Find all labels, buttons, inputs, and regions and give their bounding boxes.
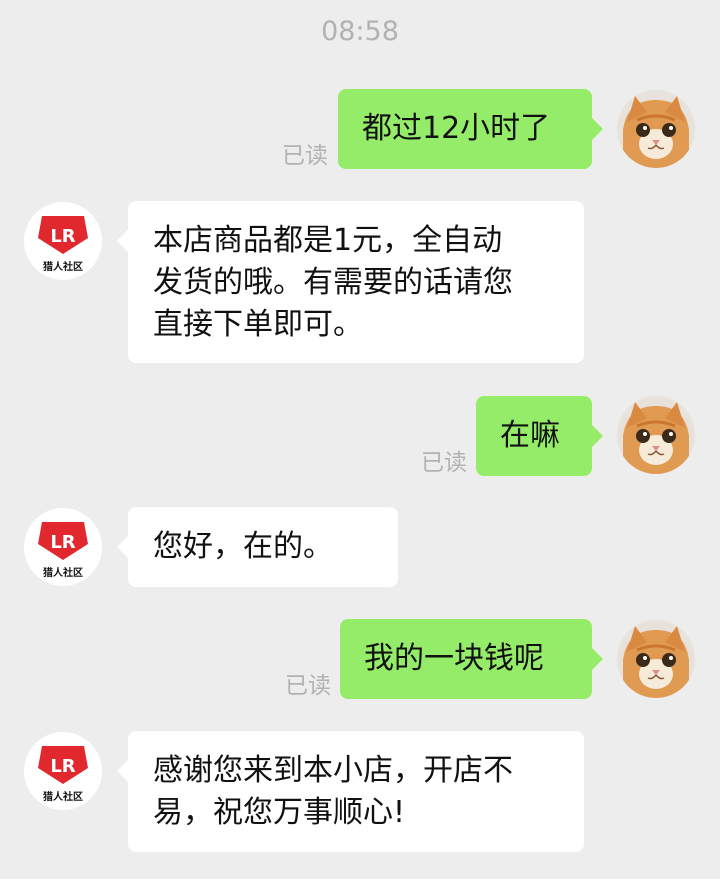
sent-message-bubble[interactable]: 在嘛 (476, 396, 603, 476)
message-text-line: 您好，在的。 (153, 529, 333, 564)
sent-message-bubble[interactable]: 都过12小时了 (338, 89, 603, 169)
svg-text:LR: LR (50, 226, 75, 247)
received-message-bubble[interactable]: 感谢您来到本小店，开店不 易，祝您万事顺心! (117, 731, 584, 852)
read-receipt: 已读 (282, 143, 328, 169)
shop-avatar[interactable]: LR 猎人社区 (24, 202, 102, 280)
message-text-line: 易，祝您万事顺心! (153, 795, 406, 830)
message-text-line: 直接下单即可。 (153, 307, 363, 342)
shop-logo-icon: LR 猎人社区 (24, 508, 102, 586)
message-text-line: 发货的哦。有需要的话请您 (153, 265, 513, 300)
received-message-bubble[interactable]: 本店商品都是1元，全自动 发货的哦。有需要的话请您 直接下单即可。 (117, 201, 584, 363)
cat-avatar-icon (617, 396, 695, 474)
message-text: 都过12小时了 (362, 111, 551, 146)
svg-text:LR: LR (50, 532, 75, 553)
message-text: 我的一块钱呢 (364, 641, 544, 676)
shop-logo-icon: LR 猎人社区 (24, 732, 102, 810)
shop-avatar[interactable]: LR 猎人社区 (24, 508, 102, 586)
chat-screen: 08:58 已读 都过12小时了 LR 猎人社区 本店商品都是1元，全自动 发货… (0, 0, 720, 879)
user-avatar[interactable] (617, 620, 695, 698)
sent-message-bubble[interactable]: 我的一块钱呢 (340, 619, 603, 699)
message-timestamp: 08:58 (321, 16, 399, 47)
svg-text:猎人社区: 猎人社区 (43, 790, 83, 803)
cat-avatar-icon (617, 90, 695, 168)
message-text: 在嘛 (500, 418, 560, 453)
svg-text:猎人社区: 猎人社区 (43, 566, 83, 579)
message-text-line: 本店商品都是1元，全自动 (153, 223, 503, 258)
shop-logo-icon: LR 猎人社区 (24, 202, 102, 280)
shop-avatar[interactable]: LR 猎人社区 (24, 732, 102, 810)
read-receipt: 已读 (421, 450, 467, 476)
user-avatar[interactable] (617, 396, 695, 474)
cat-avatar-icon (617, 620, 695, 698)
message-text-line: 感谢您来到本小店，开店不 (153, 753, 513, 788)
svg-text:LR: LR (50, 756, 75, 777)
read-receipt: 已读 (285, 673, 331, 699)
svg-text:猎人社区: 猎人社区 (43, 260, 83, 273)
user-avatar[interactable] (617, 90, 695, 168)
received-message-bubble[interactable]: 您好，在的。 (117, 507, 398, 587)
